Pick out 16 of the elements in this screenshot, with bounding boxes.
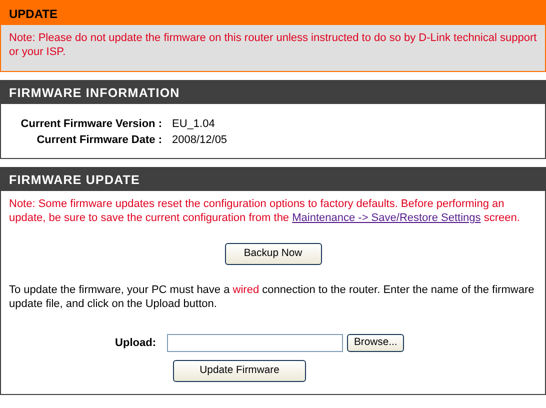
browse-button[interactable]: Browse... (347, 334, 404, 352)
info-label: Current Firmware Version : (20, 117, 163, 132)
update-firmware-button[interactable]: Update Firmware (173, 360, 306, 382)
warning-note: Note: Some firmware updates reset the configuration options to factory defaults. Before performing an update, be sure to save the current configuration from the Maintenance -> Save/Restore Settings screen. (9, 197, 521, 225)
section-header: FIRMWARE INFORMATION (1, 80, 545, 104)
file-path-field[interactable] (167, 334, 343, 352)
info-label: Current Firmware Date : (36, 133, 163, 148)
section-header: FIRMWARE UPDATE (1, 167, 545, 191)
warning-note: Note: Please do not update the firmware on this router unless instructed to do so by D-Link technical support or your ISP. (1, 25, 545, 71)
section-header: UPDATE (1, 1, 545, 25)
settings-link[interactable]: Maintenance -> Save/Restore Settings (292, 212, 481, 224)
info-value: 2008/12/05 (172, 133, 228, 148)
instructions-text: To update the firmware, your PC must have a wired connection to the router. Enter the name of the firmware update file, and click on the Upload button. (9, 283, 536, 311)
backup-button[interactable]: Backup Now (224, 243, 322, 265)
info-value: EU_1.04 (172, 117, 215, 132)
upload-label: Upload: (114, 336, 157, 351)
